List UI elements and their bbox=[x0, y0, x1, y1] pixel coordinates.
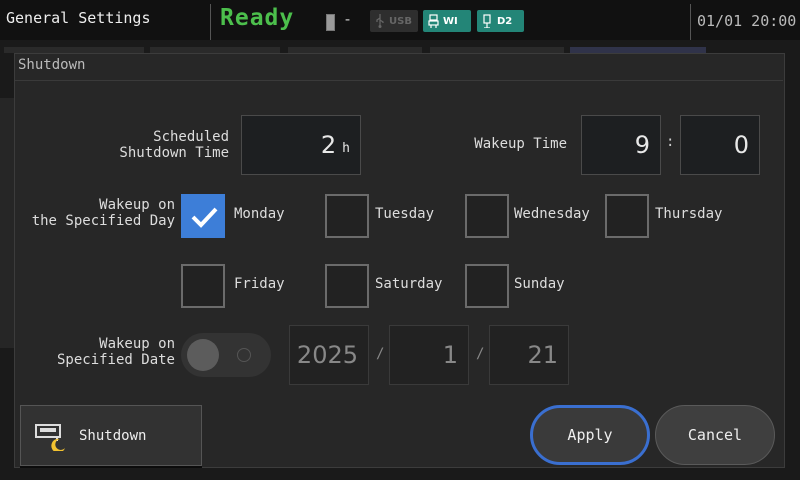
d2-label: D2 bbox=[497, 15, 513, 27]
usb-icon bbox=[376, 14, 384, 28]
toggle-off-indicator bbox=[237, 348, 251, 362]
day-label-saturday: Saturday bbox=[375, 276, 443, 292]
date-separator: / bbox=[376, 346, 385, 362]
wakeup-minute-input[interactable]: 0 bbox=[680, 115, 760, 175]
day-label-thursday: Thursday bbox=[655, 206, 723, 222]
dialog-divider bbox=[15, 80, 783, 81]
hours-unit: h bbox=[342, 140, 350, 156]
app-title: General Settings bbox=[6, 9, 151, 27]
checkbox-monday[interactable] bbox=[181, 194, 225, 238]
scheduled-shutdown-value: 2 bbox=[320, 131, 337, 159]
background-panel bbox=[0, 98, 14, 348]
scheduled-shutdown-label: Scheduled Shutdown Time bbox=[119, 129, 229, 161]
scheduled-shutdown-input[interactable]: 2 h bbox=[241, 115, 361, 175]
year-input[interactable]: 2025 bbox=[289, 325, 369, 385]
time-separator: : bbox=[666, 134, 675, 150]
wakeup-day-label: Wakeup on the Specified Day bbox=[31, 197, 175, 229]
day-label-sunday: Sunday bbox=[514, 276, 565, 292]
shutdown-button[interactable]: Shutdown bbox=[20, 405, 202, 466]
year-value: 2025 bbox=[296, 341, 358, 369]
robot-icon bbox=[428, 14, 439, 28]
wakeup-hour-input[interactable]: 9 bbox=[581, 115, 661, 175]
shutdown-sleep-icon bbox=[35, 423, 65, 451]
checkbox-saturday[interactable] bbox=[325, 264, 369, 308]
day-label-wednesday: Wednesday bbox=[514, 206, 590, 222]
day-label-tuesday: Tuesday bbox=[375, 206, 435, 222]
wakeup-date-toggle[interactable] bbox=[181, 333, 271, 377]
wakeup-hour-value: 9 bbox=[634, 131, 650, 159]
wi-label: WI bbox=[443, 15, 458, 27]
month-value: 1 bbox=[442, 341, 458, 369]
battery-status: - bbox=[343, 10, 353, 28]
checkbox-sunday[interactable] bbox=[465, 264, 509, 308]
day-label-monday: Monday bbox=[234, 206, 285, 222]
month-input[interactable]: 1 bbox=[389, 325, 469, 385]
d2-indicator: D2 bbox=[477, 10, 524, 32]
checkmark-icon bbox=[191, 207, 218, 228]
battery-icon bbox=[326, 14, 335, 31]
divider bbox=[210, 4, 211, 40]
day-label-friday: Friday bbox=[234, 276, 285, 292]
usb-indicator: USB bbox=[370, 10, 418, 32]
datetime: 01/01 20:00 bbox=[697, 12, 797, 30]
date-separator: / bbox=[476, 346, 485, 362]
checkbox-wednesday[interactable] bbox=[465, 194, 509, 238]
dialog-title: Shutdown bbox=[18, 57, 86, 73]
apply-button[interactable]: Apply bbox=[530, 405, 650, 465]
apply-button-label: Apply bbox=[567, 426, 613, 444]
toggle-knob bbox=[187, 339, 219, 371]
cancel-button[interactable]: Cancel bbox=[655, 405, 775, 465]
checkbox-thursday[interactable] bbox=[605, 194, 649, 238]
wakeup-date-label: Wakeup on Specified Date bbox=[56, 336, 175, 368]
wakeup-time-label: Wakeup Time bbox=[474, 136, 567, 152]
status-text: Ready bbox=[220, 5, 295, 31]
divider bbox=[690, 4, 691, 40]
device-icon bbox=[483, 14, 491, 28]
checkbox-friday[interactable] bbox=[181, 264, 225, 308]
shutdown-button-label: Shutdown bbox=[79, 427, 147, 444]
usb-label: USB bbox=[389, 15, 412, 27]
wakeup-minute-value: 0 bbox=[733, 131, 749, 159]
top-status-bar: General Settings Ready - USB WI D2 01/01… bbox=[0, 0, 800, 40]
day-input[interactable]: 21 bbox=[489, 325, 569, 385]
cancel-button-label: Cancel bbox=[687, 426, 743, 444]
checkbox-tuesday[interactable] bbox=[325, 194, 369, 238]
wi-indicator: WI bbox=[423, 10, 471, 32]
day-value: 21 bbox=[527, 341, 558, 369]
